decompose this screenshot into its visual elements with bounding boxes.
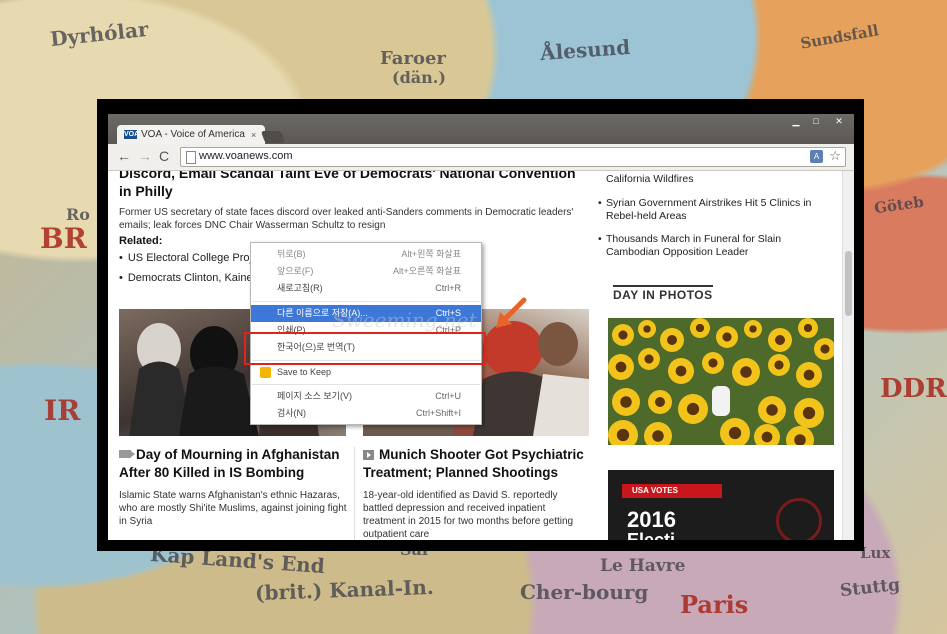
page-icon — [186, 151, 196, 164]
map-label: Le Havre — [600, 556, 686, 576]
decoration — [776, 498, 822, 540]
tab-title: VOA - Voice of America — [141, 129, 245, 140]
sidebar-headline[interactable]: • Syrian Government Airstrikes Hit 5 Clin… — [598, 197, 821, 223]
sunflowers-photo[interactable] — [608, 318, 834, 445]
map-label: Ålesund — [539, 34, 631, 66]
usa-votes-year: 2016 — [627, 507, 676, 532]
address-bar[interactable]: www.voanews.com A ☆ — [180, 147, 846, 167]
map-label: Lux — [860, 544, 891, 562]
person — [712, 386, 730, 416]
sidebar-headline[interactable]: California Wildfires — [606, 173, 821, 186]
article-description: Islamic State warns Afghanistan's ethnic… — [119, 490, 347, 527]
menu-separator — [252, 384, 480, 385]
bullet: • — [598, 197, 602, 209]
usa-votes-banner[interactable]: USA VOTES 2016 Electi — [608, 470, 834, 540]
sidebar-headline-text: Thousands March in Funeral for Slain Cam… — [606, 233, 782, 258]
watermark: Sweeming.net — [332, 308, 477, 332]
menu-item-inspect[interactable]: 검사(N) Ctrl+Shift+I — [251, 405, 481, 422]
related-link[interactable]: Democrats Clinton, Kaine — [119, 272, 253, 284]
article-title[interactable]: Munich Shooter Got Psychiatric Treatment… — [363, 446, 589, 482]
bullet: • — [598, 233, 602, 245]
map-label: BR — [40, 222, 87, 255]
maximize-button[interactable]: □ — [806, 116, 826, 128]
new-tab-button[interactable] — [260, 131, 286, 143]
lead-summary: Former US secretary of state faces disco… — [119, 207, 574, 231]
menu-item-save-to-keep[interactable]: Save to Keep — [251, 364, 481, 381]
bookmark-star-icon[interactable]: ☆ — [829, 148, 841, 164]
article-title-text: Day of Mourning in Afghanistan After 80 … — [119, 447, 340, 480]
video-icon — [119, 450, 135, 458]
back-arrow-icon[interactable]: ← — [117, 148, 131, 164]
related-link[interactable]: US Electoral College Proje — [119, 252, 258, 264]
day-in-photos-heading: DAY IN PHOTOS — [613, 285, 713, 302]
map-label: Göteb — [872, 192, 925, 218]
map-label: (dän.) — [392, 68, 446, 87]
translate-icon[interactable]: A — [810, 150, 823, 163]
lead-headline[interactable]: Discord, Email Scandal Taint Eve of Demo… — [119, 171, 589, 200]
related-label: Related: — [119, 235, 163, 247]
map-label: Sundsfall — [799, 21, 881, 53]
voa-favicon-icon: VOA — [124, 130, 140, 139]
map-label: Paris — [680, 590, 749, 619]
article-title-text: Munich Shooter Got Psychiatric Treatment… — [363, 447, 584, 480]
tab-close-icon[interactable]: × — [251, 130, 256, 140]
browser-toolbar: ← → C www.voanews.com A ☆ — [108, 144, 854, 171]
menu-separator — [252, 301, 480, 302]
article-description: 18-year-old identified as David S. repor… — [363, 490, 574, 540]
annotation-highlight-box — [244, 332, 486, 365]
forward-arrow-icon[interactable]: → — [138, 148, 152, 164]
map-label: IR — [44, 394, 81, 427]
menu-item-view-source[interactable]: 페이지 소스 보기(V) Ctrl+U — [251, 388, 481, 405]
annotation-arrow-icon — [496, 297, 527, 328]
browser-tab[interactable]: VOA VOA - Voice of America × — [117, 125, 265, 144]
map-label: Faroer — [380, 48, 446, 69]
video-play-icon — [363, 450, 374, 460]
minimize-button[interactable]: ▁ — [786, 116, 806, 128]
vertical-scrollbar[interactable] — [842, 171, 854, 540]
title-bar: VOA VOA - Voice of America × ▁ □ ✕ — [108, 114, 854, 144]
usa-votes-subtitle: Electi — [627, 530, 676, 540]
column-divider — [354, 447, 355, 540]
menu-item-reload[interactable]: 새로고침(R) Ctrl+R — [251, 280, 481, 297]
scrollbar-thumb[interactable] — [845, 251, 852, 316]
article-title[interactable]: Day of Mourning in Afghanistan After 80 … — [119, 446, 347, 482]
close-window-button[interactable]: ✕ — [826, 116, 852, 128]
keep-icon — [260, 367, 271, 378]
usa-votes-tag: USA VOTES — [622, 484, 722, 498]
sidebar-headline-text: California Wildfires — [606, 173, 694, 185]
map-label: (brit.) Kanal-In. — [254, 574, 435, 606]
menu-item-back[interactable]: 뒤로(B) Alt+왼쪽 화살표 — [251, 246, 481, 263]
map-label: DDR — [880, 374, 947, 404]
menu-item-forward[interactable]: 앞으로(F) Alt+오른쪽 화살표 — [251, 263, 481, 280]
map-label: Dyrhólar — [49, 16, 150, 52]
sidebar-headline[interactable]: • Thousands March in Funeral for Slain Ca… — [598, 233, 821, 259]
sidebar-headline-text: Syrian Government Airstrikes Hit 5 Clini… — [606, 197, 812, 222]
reload-icon[interactable]: C — [159, 148, 169, 164]
address-url[interactable]: www.voanews.com — [199, 150, 293, 162]
map-label: Cher-bourg — [520, 580, 649, 604]
map-label: Stuttg — [839, 574, 901, 602]
